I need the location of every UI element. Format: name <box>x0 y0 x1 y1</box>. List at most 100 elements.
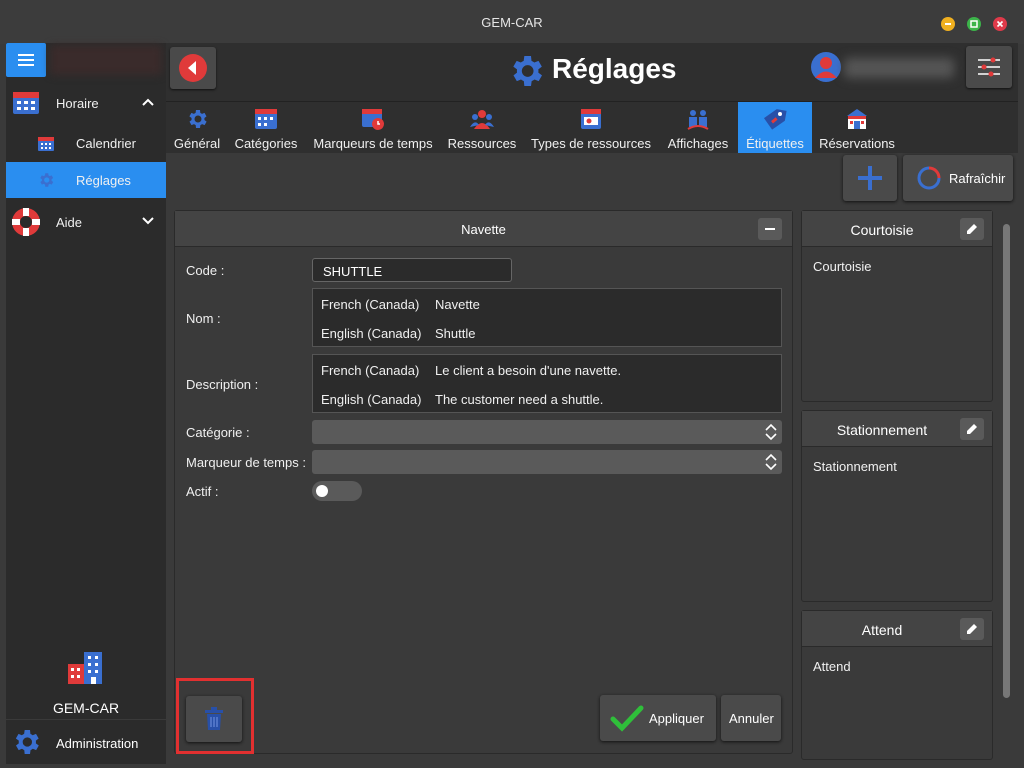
chevron-down-icon <box>142 217 154 225</box>
tab-ressources[interactable]: Ressources <box>444 102 520 153</box>
translation-value: Shuttle <box>435 326 476 341</box>
user-name <box>844 58 954 78</box>
sidebar-item-reglages[interactable]: Réglages <box>6 162 166 198</box>
tab-label: Étiquettes <box>746 136 804 151</box>
apply-label: Appliquer <box>649 711 704 726</box>
pencil-icon <box>967 224 977 234</box>
checkmark-icon <box>610 705 644 732</box>
sidebar-item-label: Calendrier <box>76 136 136 151</box>
chevron-up-icon <box>142 98 154 106</box>
window-titlebar: GEM-CAR <box>0 0 1024 44</box>
card-body: Attend <box>813 659 851 674</box>
calendar-icon <box>38 137 54 151</box>
edit-button[interactable] <box>960 618 984 640</box>
language-label: French (Canada) <box>321 363 420 378</box>
tab-label: Réservations <box>819 136 895 151</box>
refresh-button[interactable]: Rafraîchir <box>903 155 1013 201</box>
updown-chevron-icon <box>765 423 777 441</box>
category-select[interactable] <box>312 420 782 444</box>
card-header: Courtoisie <box>802 211 992 247</box>
card-header: Stationnement <box>802 411 992 447</box>
sidebar-item-aide[interactable]: Aide <box>6 204 166 240</box>
calendar-clock-icon <box>362 109 384 130</box>
tab-categories[interactable]: Catégories <box>230 102 302 153</box>
collapse-button[interactable] <box>758 218 782 240</box>
sidebar-item-horaire[interactable]: Horaire <box>6 85 166 121</box>
card-body: Stationnement <box>813 459 897 474</box>
brand-name: GEM-CAR <box>52 700 120 716</box>
cancel-label: Annuler <box>729 711 774 726</box>
display-people-icon <box>687 110 709 130</box>
shop-icon <box>847 109 867 129</box>
sidebar-item-calendrier[interactable]: Calendrier <box>6 125 166 161</box>
sidebar-item-administration[interactable]: Administration <box>6 719 166 764</box>
id-card-icon <box>581 109 601 129</box>
page-title: Réglages <box>552 53 677 84</box>
pencil-icon <box>967 424 977 434</box>
delete-button-highlight <box>176 678 254 754</box>
gear-icon <box>15 730 39 754</box>
tab-label: Types de ressources <box>531 136 651 151</box>
close-button[interactable] <box>993 17 1007 31</box>
tab-general[interactable]: Général <box>168 102 226 153</box>
cards-scrollbar[interactable] <box>1003 224 1010 698</box>
settings-sliders-button[interactable] <box>966 46 1012 88</box>
user-avatar-icon[interactable] <box>810 51 842 83</box>
tab-marqueurs-de-temps[interactable]: Marqueurs de temps <box>310 102 436 153</box>
card-title: Attend <box>861 622 903 638</box>
tab-reservations[interactable]: Réservations <box>816 102 898 153</box>
pencil-icon <box>967 624 977 634</box>
time-marker-select[interactable] <box>312 450 782 474</box>
edit-button[interactable] <box>960 418 984 440</box>
language-label: English (Canada) <box>321 392 422 407</box>
language-label: French (Canada) <box>321 297 420 312</box>
card-title: Stationnement <box>836 422 928 438</box>
active-label: Actif : <box>186 484 219 499</box>
panel-title: Navette <box>461 222 506 237</box>
back-button[interactable] <box>170 47 216 89</box>
translation-value: Le client a besoin d'une navette. <box>435 363 622 378</box>
sidebar-item-label: Aide <box>56 215 83 230</box>
sidebar-item-label: Réglages <box>76 173 131 188</box>
tag-icon <box>763 109 787 130</box>
updown-chevron-icon <box>765 453 777 471</box>
tab-label: Affichages <box>667 136 729 151</box>
page-header: Réglages <box>166 43 1018 101</box>
minimize-button[interactable] <box>941 17 955 31</box>
add-button[interactable] <box>843 155 897 201</box>
category-label: Catégorie : <box>186 425 250 440</box>
translation-value: Navette <box>435 297 480 312</box>
sliders-icon <box>978 57 1000 77</box>
hamburger-menu-button[interactable] <box>6 43 46 77</box>
language-label: English (Canada) <box>321 326 422 341</box>
minus-icon <box>765 228 775 230</box>
code-label: Code : <box>186 263 225 278</box>
cancel-button[interactable]: Annuler <box>721 695 781 741</box>
sidebar: Horaire Calendrier Réglages Aide GEM-CAR… <box>6 43 166 764</box>
edit-button[interactable] <box>960 218 984 240</box>
gear-icon <box>513 56 542 86</box>
tag-card-courtoisie[interactable]: Courtoisie Courtoisie <box>801 210 993 402</box>
sidebar-item-label: Horaire <box>56 96 99 111</box>
code-field[interactable]: SHUTTLE <box>312 258 512 282</box>
tab-etiquettes[interactable]: Étiquettes <box>738 102 812 153</box>
gear-icon <box>40 173 54 187</box>
toggle-knob <box>316 485 328 497</box>
tab-label: Catégories <box>234 136 298 151</box>
tab-types-de-ressources[interactable]: Types de ressources <box>528 102 654 153</box>
tag-card-attend[interactable]: Attend Attend <box>801 610 993 760</box>
panel-header: Navette <box>175 211 792 247</box>
maximize-button[interactable] <box>967 17 981 31</box>
active-toggle[interactable] <box>312 481 362 501</box>
brand-block: GEM-CAR <box>6 647 166 717</box>
sidebar-item-label: Administration <box>56 736 139 751</box>
card-header: Attend <box>802 611 992 647</box>
tag-card-stationnement[interactable]: Stationnement Stationnement <box>801 410 993 602</box>
apply-button[interactable]: Appliquer <box>600 695 716 741</box>
company-logo <box>50 45 162 75</box>
name-label: Nom : <box>186 311 221 326</box>
tab-affichages[interactable]: Affichages <box>662 102 734 153</box>
translation-value: The customer need a shuttle. <box>435 392 604 407</box>
description-translations: French (Canada) Le client a besoin d'une… <box>312 354 782 413</box>
back-arrow-icon <box>179 54 207 82</box>
